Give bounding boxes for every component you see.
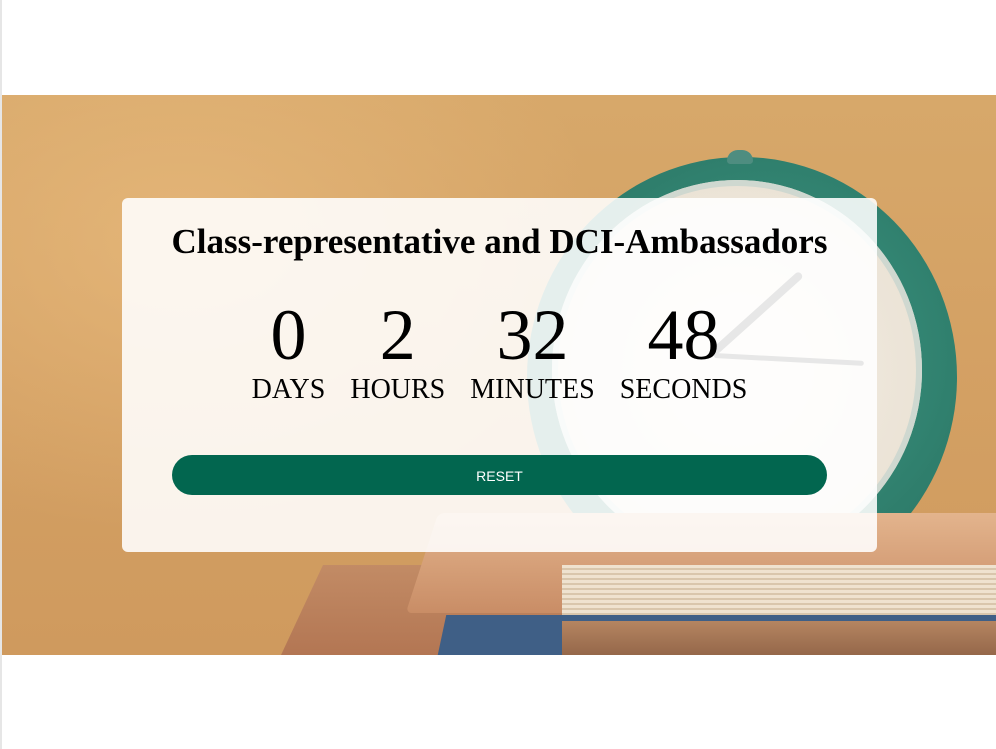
seconds-unit: 48 SECONDS <box>620 296 748 406</box>
seconds-value: 48 <box>647 295 720 375</box>
days-label: DAYS <box>251 374 326 405</box>
page: Class-representative and DCI-Ambassadors… <box>0 0 996 749</box>
lower-book <box>562 621 996 655</box>
hours-unit: 2 HOURS <box>350 296 445 406</box>
minutes-label: MINUTES <box>470 374 595 405</box>
hero-background-image: Class-representative and DCI-Ambassadors… <box>2 95 996 655</box>
hours-value: 2 <box>379 295 416 375</box>
seconds-label: SECONDS <box>619 374 748 405</box>
hours-label: HOURS <box>350 374 446 405</box>
countdown-units: 0 DAYS 2 HOURS 32 MINUTES 48 SECONDS <box>122 296 877 406</box>
minutes-unit: 32 MINUTES <box>470 296 594 406</box>
countdown-title: Class-representative and DCI-Ambassadors <box>171 222 828 261</box>
countdown-card: Class-representative and DCI-Ambassadors… <box>122 198 877 552</box>
reset-button[interactable]: RESET <box>172 455 827 495</box>
book-pages <box>562 565 996 621</box>
alarm-clock-bell <box>727 150 753 164</box>
days-unit: 0 DAYS <box>252 296 326 406</box>
minutes-value: 32 <box>496 295 569 375</box>
days-value: 0 <box>270 295 307 375</box>
